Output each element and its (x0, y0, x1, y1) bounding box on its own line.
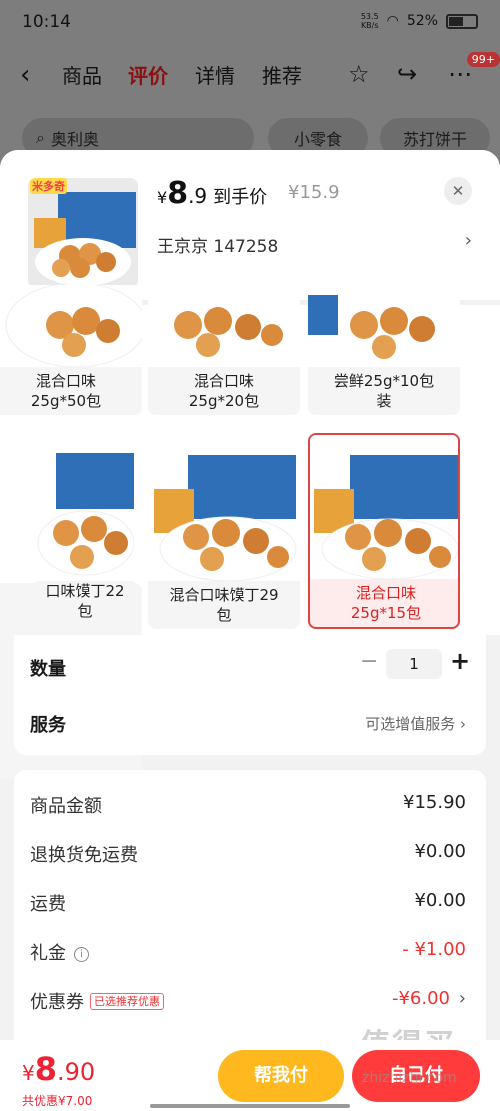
variant-image (0, 285, 142, 367)
variant-label: 口味馍丁22 包 (45, 582, 125, 620)
total-price: ¥8.90 (22, 1050, 96, 1088)
wifi-icon: ◠ (386, 13, 399, 29)
coupon-row[interactable]: 优惠券 已选推荐优惠 -¥6.00 › (30, 988, 466, 1018)
status-icons: 53.5 KB/s ◠ 52% (361, 12, 478, 30)
watermark-domain: zhizhizhi.com (362, 1070, 457, 1086)
close-icon[interactable]: ✕ (444, 177, 472, 205)
chevron-right-icon: › (460, 715, 466, 733)
brand-logo: 米多奇 (30, 178, 67, 194)
variant-label: 混合口味 25g*20包 (188, 372, 260, 410)
back-icon[interactable]: ‹ (20, 60, 30, 90)
variant-image (148, 285, 300, 367)
battery-icon (446, 13, 478, 29)
share-icon[interactable]: ↪ (397, 60, 417, 88)
variant-image (308, 285, 460, 367)
variant-option[interactable]: 混合口味 25g*50包 (0, 285, 142, 415)
tab-product[interactable]: 商品 (62, 60, 102, 89)
tab-reviews[interactable]: 评价 (128, 60, 168, 89)
net-speed: 53.5 KB/s (360, 12, 379, 30)
variant-label: 混合口味 25g*50包 (30, 372, 102, 410)
fee-breakdown: 商品金额 ¥15.90 退换货免运费 ¥0.00 运费 ¥0.00 礼金 i - ¥1.0… (14, 770, 486, 1040)
search-query: 奥利奥 (50, 130, 99, 149)
star-icon[interactable]: ☆ (348, 60, 370, 88)
variant-option[interactable]: 尝鲜25g*10包 装 (308, 285, 460, 415)
deal-price: ¥8.9 到手价 (157, 176, 268, 211)
variant-image (148, 433, 300, 581)
sheet-header: 米多奇 ¥8.9 到手价 ¥15.9 ✕ 王京京 147258 › (0, 150, 500, 300)
fee-row[interactable]: 礼金 i - ¥1.00 (30, 939, 466, 969)
more-menu[interactable]: ⋯ 99+ (442, 46, 500, 106)
product-thumbnail: 米多奇 (28, 178, 138, 288)
chevron-right-icon[interactable]: › (465, 230, 472, 251)
search-icon: ⌕ (36, 128, 45, 147)
total-discount: 共优惠¥7.00 (22, 1094, 93, 1108)
fee-row: 运费 ¥0.00 (30, 890, 466, 915)
home-indicator (150, 1104, 350, 1108)
help-pay-button[interactable]: 帮我付 (218, 1050, 344, 1102)
variant-label: 混合口味馍丁29 包 (169, 586, 279, 624)
original-price: ¥15.9 (288, 182, 340, 203)
quantity-label: 数量 (30, 659, 66, 680)
top-nav: ‹ 商品 评价 详情 推荐 ☆ ↪ ⋯ 99+ (0, 46, 500, 106)
variant-option[interactable]: 混合口味馍丁29 包 (148, 433, 300, 629)
variant-option[interactable]: 混合口味 25g*20包 (148, 285, 300, 415)
variant-image (310, 435, 458, 579)
tab-recommend[interactable]: 推荐 (262, 60, 302, 89)
service-option[interactable]: 可选增值服务 › (365, 713, 466, 734)
delivery-address[interactable]: 王京京 147258 (157, 232, 278, 257)
quantity-plus-button[interactable]: + (450, 647, 470, 675)
quantity-stepper[interactable]: 1 (386, 649, 442, 679)
fee-row: 退换货免运费 ¥0.00 (30, 841, 466, 866)
variant-option[interactable]: 口味馍丁22 包 (36, 433, 134, 629)
status-bar: 10:14 53.5 KB/s ◠ 52% (0, 0, 500, 46)
chevron-right-icon: › (458, 988, 466, 1009)
battery-percent: 52% (406, 13, 438, 29)
service-label: 服务 (30, 715, 66, 736)
quantity-minus-button[interactable]: − (360, 649, 378, 674)
coupon-tag: 已选推荐优惠 (90, 993, 164, 1010)
variant-image (36, 433, 134, 581)
quantity-section: 数量 − 1 + 服务 可选增值服务 › (14, 635, 486, 755)
status-time: 10:14 (22, 12, 71, 32)
tab-details[interactable]: 详情 (195, 60, 235, 89)
info-icon[interactable]: i (74, 947, 89, 962)
message-badge: 99+ (466, 52, 500, 67)
variant-label: 混合口味 25g*15包 (350, 584, 422, 622)
variant-option-selected[interactable]: 混合口味 25g*15包 (308, 433, 460, 629)
fee-row: 商品金额 ¥15.90 (30, 792, 466, 817)
variant-label: 尝鲜25g*10包 装 (333, 372, 435, 410)
sku-sheet: 米多奇 ¥8.9 到手价 ¥15.9 ✕ 王京京 147258 › 混合口味 25… (0, 150, 500, 1040)
